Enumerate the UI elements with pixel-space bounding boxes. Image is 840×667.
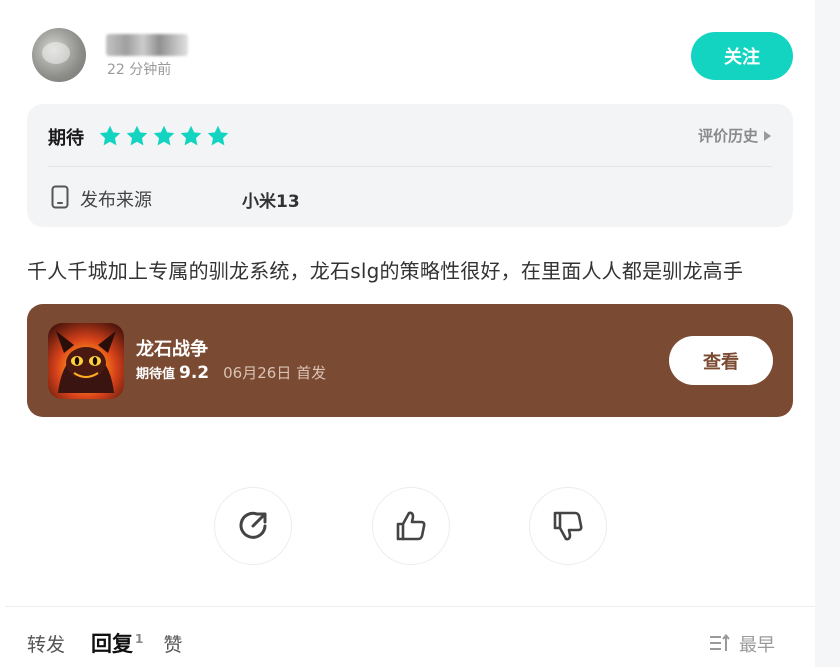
sort-icon (710, 634, 730, 651)
follow-button[interactable]: 关注 (691, 32, 793, 80)
thumbs-down-icon (553, 511, 583, 541)
star-icon (207, 125, 229, 146)
username-blurred[interactable] (106, 34, 188, 56)
sort-label: 最早 (739, 635, 775, 656)
tab-reply-label: 回复 (91, 632, 134, 656)
game-title: 龙石战争 (136, 339, 208, 360)
expect-label: 期待值 (136, 367, 176, 382)
share-button[interactable] (214, 487, 292, 565)
dragon-icon (56, 331, 116, 393)
tab-reply[interactable]: 回复 1 (91, 628, 143, 658)
rating-history-link[interactable]: 评价历史 (698, 125, 771, 146)
divider (5, 606, 815, 607)
page-background (815, 0, 840, 667)
game-card[interactable]: 龙石战争 期待值 9.2 06月26日 首发 查看 (27, 304, 793, 417)
post-timestamp: 22 分钟前 (107, 62, 172, 78)
thumbs-up-icon (396, 511, 426, 541)
phone-icon (51, 185, 69, 209)
view-game-button[interactable]: 查看 (669, 336, 773, 385)
review-text: 千人千城加上专属的驯龙系统，龙石slg的策略性很好，在里面人人都是驯龙高手 (27, 259, 744, 283)
tab-like[interactable]: 赞 (163, 630, 182, 657)
star-rating (97, 123, 231, 149)
share-icon (239, 511, 267, 539)
like-button[interactable] (372, 487, 450, 565)
avatar[interactable] (32, 28, 86, 82)
rating-box: 期待 评价历史 发布来源 小米13 (27, 104, 793, 227)
rating-history-label: 评价历史 (697, 127, 758, 145)
sort-toggle[interactable]: 最早 (709, 631, 775, 657)
expect-score: 9.2 (179, 363, 210, 383)
reply-count: 1 (135, 632, 144, 646)
source-device: 小米13 (242, 192, 300, 212)
star-icon (99, 125, 121, 146)
divider (48, 166, 772, 167)
release-date: 06月26日 首发 (223, 364, 327, 382)
game-meta: 期待值 9.2 06月26日 首发 (136, 362, 326, 383)
chevron-right-icon (764, 130, 771, 141)
star-icon (126, 125, 148, 146)
star-icon (153, 125, 175, 146)
comment-tabs: 转发 回复 1 赞 (27, 628, 182, 658)
rating-label: 期待 (48, 128, 84, 149)
source-label: 发布来源 (80, 190, 152, 211)
tab-repost[interactable]: 转发 (27, 630, 65, 657)
star-icon (180, 125, 202, 146)
game-icon[interactable] (48, 323, 124, 399)
dislike-button[interactable] (529, 487, 607, 565)
